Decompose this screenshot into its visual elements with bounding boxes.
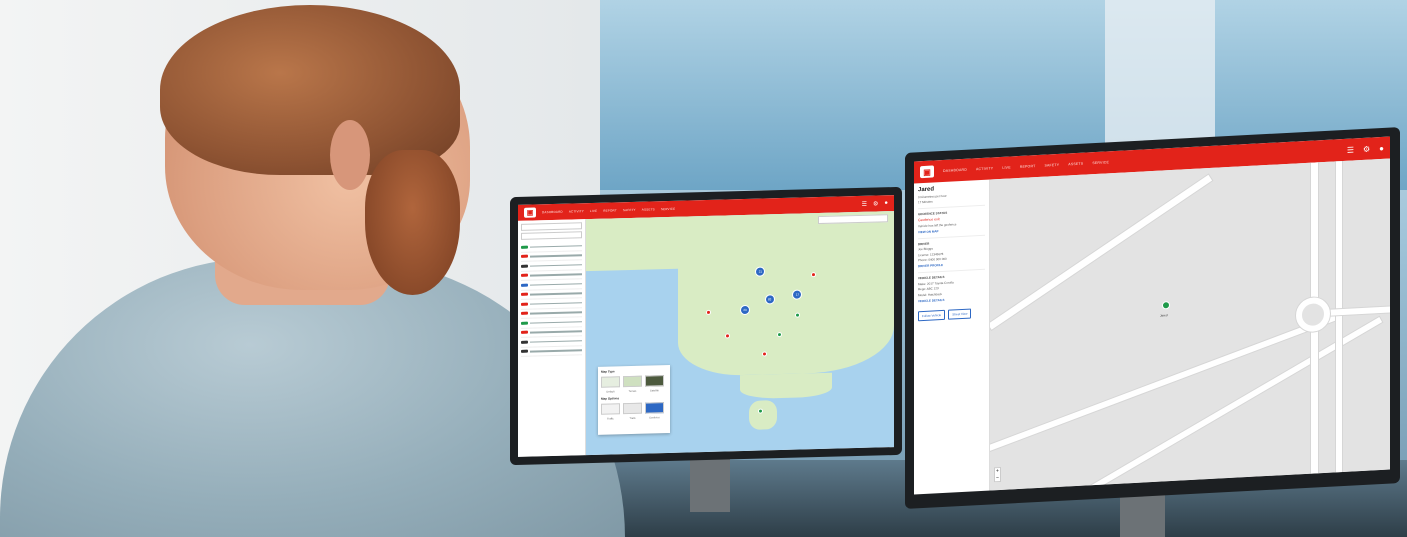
map-cluster[interactable]: 17 bbox=[792, 288, 803, 300]
help-icon[interactable]: ● bbox=[1379, 143, 1384, 152]
map-option-trails[interactable] bbox=[623, 402, 642, 415]
brand-logo-icon[interactable]: ▣ bbox=[920, 165, 934, 179]
map-road bbox=[990, 174, 1213, 330]
map-option-label: Traffic bbox=[607, 417, 614, 421]
map-view[interactable]: 21 17 23 83 Map Type Default Terrain Sat… bbox=[586, 211, 894, 456]
nav-service[interactable]: SERVICE bbox=[1092, 160, 1109, 165]
screen-left: ▣ DASHBOARD ACTIVITY LIVE REPORT SAFETY … bbox=[518, 195, 894, 457]
nav-dashboard[interactable]: DASHBOARD bbox=[542, 210, 563, 215]
nav-assets[interactable]: ASSETS bbox=[642, 207, 655, 211]
follow-vehicle-button[interactable]: Follow Vehicle bbox=[918, 309, 946, 321]
nav-assets[interactable]: ASSETS bbox=[1068, 162, 1083, 167]
map-option-label: Trails bbox=[629, 416, 636, 421]
nav-report[interactable]: REPORT bbox=[1020, 164, 1036, 169]
map-type-title: Map Type bbox=[601, 369, 615, 374]
vehicle-marker-label: Jared bbox=[1160, 313, 1168, 318]
nav-live[interactable]: LIVE bbox=[1002, 165, 1010, 169]
map-type-label: Satellite bbox=[650, 389, 659, 393]
nav-dashboard[interactable]: DASHBOARD bbox=[943, 168, 967, 173]
map-type-terrain[interactable] bbox=[623, 375, 642, 388]
gear-icon[interactable]: ⚙ bbox=[873, 200, 878, 207]
view-on-map-link[interactable]: VIEW ON MAP bbox=[918, 226, 985, 234]
map-type-default[interactable] bbox=[601, 376, 620, 388]
map-option-traffic[interactable] bbox=[601, 403, 620, 415]
vehicle-list-sidebar bbox=[518, 219, 586, 457]
vehicle-detail-panel: Jared 0 Kilometres per hour 17 Minutes G… bbox=[914, 179, 990, 495]
help-icon[interactable]: ● bbox=[884, 200, 888, 206]
vehicle-details-link[interactable]: VEHICLE DETAILS bbox=[918, 295, 985, 302]
map-pin[interactable] bbox=[776, 332, 782, 338]
map-land-tasmania bbox=[749, 400, 777, 430]
zoom-control[interactable]: + − bbox=[994, 466, 1001, 483]
map-pin[interactable] bbox=[810, 272, 816, 278]
map-options-title: Map Options bbox=[601, 396, 620, 401]
map-option-geofence[interactable] bbox=[645, 402, 664, 414]
list-icon[interactable]: ☰ bbox=[862, 200, 867, 207]
person-beard bbox=[365, 150, 460, 295]
map-pin[interactable] bbox=[724, 333, 730, 339]
driver-profile-link[interactable]: DRIVER PROFILE bbox=[918, 261, 985, 268]
map-road bbox=[1336, 161, 1342, 473]
brand-logo-icon[interactable]: ▣ bbox=[524, 207, 536, 218]
gear-icon[interactable]: ⚙ bbox=[1363, 144, 1370, 153]
map-type-label: Default bbox=[606, 390, 615, 394]
nav-activity[interactable]: ACTIVITY bbox=[569, 209, 584, 213]
list-item[interactable] bbox=[521, 345, 582, 357]
nav-safety[interactable]: SAFETY bbox=[1044, 163, 1059, 168]
map-pin[interactable] bbox=[761, 351, 767, 357]
monitor-left: ▣ DASHBOARD ACTIVITY LIVE REPORT SAFETY … bbox=[510, 186, 902, 466]
monitor-stand-left bbox=[690, 452, 730, 512]
map-land bbox=[740, 373, 833, 400]
filter-select[interactable] bbox=[521, 231, 582, 240]
map-type-panel: Map Type Default Terrain Satellite Map O… bbox=[598, 364, 670, 435]
vehicle-marker-icon[interactable] bbox=[1162, 300, 1170, 310]
nav-safety[interactable]: SAFETY bbox=[623, 208, 636, 212]
map-type-label: Terrain bbox=[628, 389, 637, 394]
street-map-view[interactable]: Jared + − bbox=[990, 158, 1390, 491]
map-option-label: Geofence bbox=[649, 416, 660, 420]
map-roundabout bbox=[1296, 296, 1330, 333]
map-land bbox=[678, 258, 894, 378]
search-input[interactable] bbox=[521, 222, 582, 231]
map-cluster[interactable]: 23 bbox=[740, 304, 750, 315]
nav-report[interactable]: REPORT bbox=[603, 208, 617, 212]
person-ear bbox=[330, 120, 370, 190]
map-type-satellite[interactable] bbox=[645, 375, 664, 387]
map-road bbox=[990, 312, 1342, 455]
nav-service[interactable]: SERVICE bbox=[661, 207, 676, 211]
street-view-button[interactable]: Street View bbox=[948, 307, 972, 320]
nav-live[interactable]: LIVE bbox=[590, 209, 597, 213]
list-icon[interactable]: ☰ bbox=[1347, 145, 1354, 154]
screen-right: ▣ DASHBOARD ACTIVITY LIVE REPORT SAFETY … bbox=[914, 136, 1390, 495]
nav-activity[interactable]: ACTIVITY bbox=[976, 166, 993, 171]
monitor-right: ▣ DASHBOARD ACTIVITY LIVE REPORT SAFETY … bbox=[905, 127, 1400, 509]
